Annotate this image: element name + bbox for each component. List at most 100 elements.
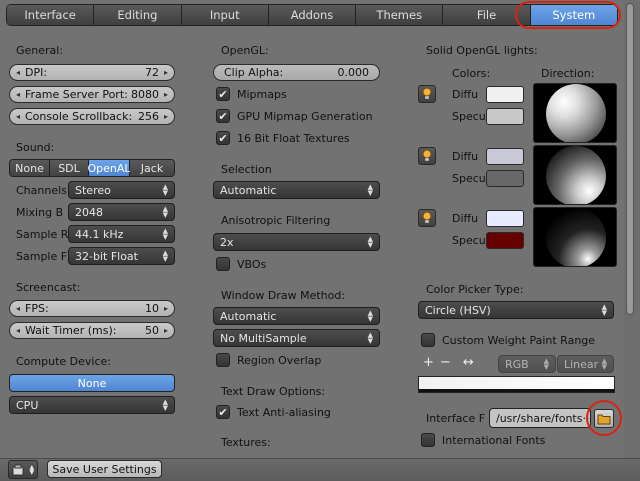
increment-icon[interactable]: ▸ [162, 326, 170, 335]
sound-openal-button[interactable]: OpenAL [87, 160, 131, 176]
light-3-diffuse-swatch[interactable] [486, 210, 524, 227]
decrement-icon[interactable]: ◂ [14, 304, 22, 313]
file-browse-button[interactable] [594, 409, 614, 428]
dpi-field[interactable]: ◂ DPI: 72 ▸ [9, 64, 175, 81]
specular-label: Specu [452, 172, 486, 185]
preferences-tabbar: Interface Editing Input Addons Themes Fi… [6, 4, 618, 26]
text-antialiasing-checkbox[interactable]: ✔ Text Anti-aliasing [216, 405, 331, 419]
selection-select[interactable]: Automatic ▲ ▼ [213, 181, 380, 199]
tab-themes[interactable]: Themes [356, 5, 444, 25]
sound-none-button[interactable]: None [10, 160, 50, 176]
increment-icon[interactable]: ▸ [162, 90, 170, 99]
preferences-icon [12, 464, 24, 475]
updown-arrows-icon: ▲ ▼ [162, 249, 168, 263]
decrement-icon[interactable]: ◂ [14, 68, 22, 77]
light-1-direction-sphere[interactable] [533, 83, 617, 143]
multisample-select[interactable]: No MultiSample ▲ ▼ [213, 329, 380, 347]
vertical-scrollbar-thumb[interactable] [626, 3, 634, 315]
channels-value: Stereo [75, 183, 111, 197]
sample-format-select[interactable]: 32-bit Float ▲ ▼ [68, 247, 175, 265]
tab-file[interactable]: File [443, 5, 531, 25]
sound-sdl-button[interactable]: SDL [50, 160, 89, 176]
tab-interface[interactable]: Interface [7, 5, 95, 25]
increment-icon[interactable]: ▸ [162, 304, 170, 313]
direction-label: Direction: [541, 67, 595, 80]
custom-weight-paint-checkbox[interactable]: Custom Weight Paint Range [421, 333, 595, 347]
checkmark-icon[interactable]: ✔ [216, 87, 230, 101]
decrement-icon[interactable]: ◂ [14, 326, 22, 335]
checkmark-icon[interactable]: ✔ [216, 109, 230, 123]
ramp-interpolation-select[interactable]: Linear ▲ ▼ [557, 355, 614, 373]
interface-font-path-field[interactable]: /usr/share/fonts·· [489, 408, 591, 428]
vbos-checkbox[interactable]: VBOs [216, 257, 266, 271]
international-fonts-checkbox[interactable]: International Fonts [421, 433, 545, 447]
frame-server-port-field[interactable]: ◂ Frame Server Port: 8080 ▸ [9, 86, 175, 103]
increment-icon[interactable]: ▸ [162, 112, 170, 121]
color-picker-heading: Color Picker Type: [426, 283, 524, 296]
ramp-color-mode-select[interactable]: RGB ▲ ▼ [498, 355, 556, 373]
clip-alpha-slider[interactable]: Clip Alpha: 0.000 [213, 64, 380, 81]
updown-arrows-icon: ▲ ▼ [162, 183, 168, 197]
tab-addons[interactable]: Addons [268, 5, 357, 25]
colors-label: Colors: [452, 67, 491, 80]
updown-arrows-icon: ▲ ▼ [601, 303, 607, 317]
channels-select[interactable]: Stereo ▲ ▼ [68, 181, 175, 199]
screencast-fps-field[interactable]: ◂ FPS: 10 ▸ [9, 300, 175, 317]
remove-icon[interactable]: − [440, 355, 451, 370]
decrement-icon[interactable]: ◂ [14, 112, 22, 121]
light-3-specular-swatch[interactable] [486, 232, 524, 249]
checkbox-empty-icon[interactable] [421, 333, 435, 347]
tab-editing[interactable]: Editing [94, 5, 182, 25]
mipmaps-checkbox[interactable]: ✔ Mipmaps [216, 87, 287, 101]
anisotropic-select[interactable]: 2x ▲ ▼ [213, 233, 380, 251]
light-2-direction-sphere[interactable] [533, 145, 617, 205]
multisample-value: No MultiSample [220, 331, 307, 345]
sound-jack-button[interactable]: Jack [130, 160, 174, 176]
light-1-specular-swatch[interactable] [486, 108, 524, 125]
light-1-diffuse-swatch[interactable] [486, 86, 524, 103]
updown-arrows-icon: ▲ ▼ [367, 331, 373, 345]
tab-input[interactable]: Input [181, 5, 269, 25]
light-3-direction-sphere[interactable] [533, 207, 617, 267]
light-3-toggle[interactable] [418, 209, 436, 227]
decrement-icon[interactable]: ◂ [14, 90, 22, 99]
light-2-toggle[interactable] [418, 147, 436, 165]
checkbox-empty-icon[interactable] [216, 257, 230, 271]
float-textures-checkbox[interactable]: ✔ 16 Bit Float Textures [216, 131, 350, 145]
light-1-toggle[interactable] [418, 85, 436, 103]
mixing-buffer-label: Mixing B [16, 206, 64, 219]
light-2-specular-swatch[interactable] [486, 170, 524, 187]
tab-system[interactable]: System [530, 5, 617, 25]
checkbox-empty-icon[interactable] [216, 353, 230, 367]
selection-heading: Selection [221, 163, 272, 176]
sound-heading: Sound: [16, 141, 55, 154]
sample-format-label: Sample F [16, 250, 68, 263]
gpu-mipmap-checkbox[interactable]: ✔ GPU Mipmap Generation [216, 109, 373, 123]
color-ramp-bar[interactable] [418, 376, 615, 393]
checkmark-icon[interactable]: ✔ [216, 405, 230, 419]
console-scrollback-field[interactable]: ◂ Console Scrollback: 256 ▸ [9, 108, 175, 125]
region-overlap-checkbox[interactable]: Region Overlap [216, 353, 321, 367]
compute-device-select[interactable]: CPU ▲ ▼ [9, 396, 175, 414]
light-2-diffuse-swatch[interactable] [486, 148, 524, 165]
checkmark-icon[interactable]: ✔ [216, 131, 230, 145]
mixing-buffer-select[interactable]: 2048 ▲ ▼ [68, 203, 175, 221]
wait-timer-field[interactable]: ◂ Wait Timer (ms): 50 ▸ [9, 322, 175, 339]
text-draw-heading: Text Draw Options: [221, 385, 326, 398]
text-antialiasing-label: Text Anti-aliasing [237, 405, 331, 419]
compute-device-none-button[interactable]: None [9, 374, 175, 392]
editor-type-selector[interactable]: ▲ ▼ [8, 460, 38, 479]
vbos-label: VBOs [237, 257, 267, 271]
window-draw-select[interactable]: Automatic ▲ ▼ [213, 307, 380, 325]
checkbox-empty-icon[interactable] [421, 433, 435, 447]
save-user-settings-button[interactable]: Save User Settings [47, 460, 162, 478]
increment-icon[interactable]: ▸ [162, 68, 170, 77]
add-icon[interactable]: + [423, 355, 434, 370]
sample-rate-select[interactable]: 44.1 kHz ▲ ▼ [68, 225, 175, 243]
sample-rate-value: 44.1 kHz [75, 227, 124, 241]
flip-icon[interactable]: ↔ [463, 355, 474, 370]
sphere-shading [546, 84, 606, 142]
updown-arrows-icon: ▲ ▼ [543, 357, 549, 371]
frame-server-port-label: Frame Server Port: [25, 88, 128, 101]
color-picker-select[interactable]: Circle (HSV) ▲ ▼ [418, 301, 614, 319]
